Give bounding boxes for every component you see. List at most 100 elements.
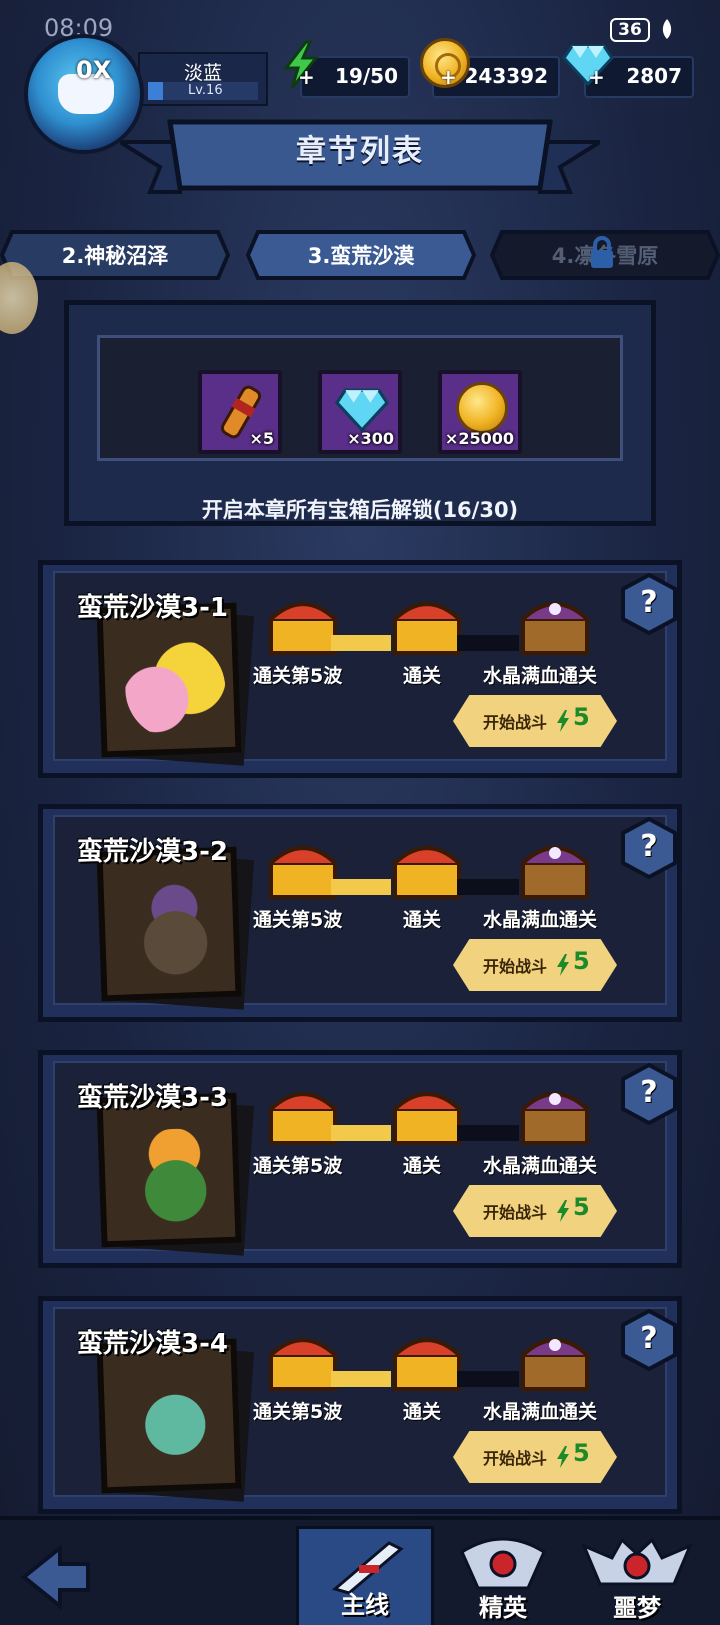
player-avatar[interactable]: 0X: [24, 34, 144, 154]
level-progress-bar: Lv.16: [148, 82, 258, 100]
condition-wave5: 通关第5波: [253, 909, 343, 931]
level-portrait[interactable]: [96, 1338, 242, 1494]
level-portrait[interactable]: [96, 846, 242, 1002]
condition-crystal-full: 水晶满血通关: [483, 1401, 598, 1423]
energy-bolt-icon: [557, 1446, 569, 1468]
gold-value: 243392: [464, 64, 549, 88]
start-battle-button[interactable]: 开始战斗 5: [453, 695, 617, 747]
nav-tab-elite[interactable]: 精英: [434, 1526, 572, 1625]
tab-chapter-4[interactable]: 4.凛冬雪原: [490, 228, 720, 282]
tab-chapter-2-label: 2.神秘沼泽: [61, 244, 169, 268]
tab-chapter-2[interactable]: 2.神秘沼泽: [0, 228, 230, 282]
condition-wave5: 通关第5波: [253, 1155, 343, 1177]
pink-slug-monster-icon: [123, 637, 228, 741]
help-icon: ?: [640, 829, 658, 864]
help-icon: ?: [640, 1075, 658, 1110]
level-portrait[interactable]: [96, 1092, 242, 1248]
crystal-chest-icon[interactable]: [517, 1325, 593, 1395]
add-energy-icon[interactable]: +: [298, 67, 316, 87]
energy-cost: 5: [573, 947, 590, 975]
add-gem-icon[interactable]: +: [588, 67, 606, 87]
energy-bolt-icon: [557, 954, 569, 976]
cactus-eye-monster-icon: [123, 1127, 228, 1231]
chest-icon[interactable]: [389, 833, 465, 903]
gold-coin-icon: [456, 382, 508, 434]
haunted-tree-monster-icon: [123, 881, 228, 985]
nightmare-bat-icon: [582, 1537, 692, 1586]
chest-icon[interactable]: [389, 1079, 465, 1149]
start-battle-button[interactable]: 开始战斗 5: [453, 1431, 617, 1483]
nav-tab-main[interactable]: 主线: [296, 1526, 434, 1625]
start-battle-button[interactable]: 开始战斗 5: [453, 1185, 617, 1237]
level-card-3-4: 蛮荒沙漠3-4 通关第5波 通关 水晶满血通关 开始战斗 5 ?: [38, 1296, 682, 1514]
start-battle-label: 开始战斗: [483, 1203, 548, 1222]
level-title: 蛮荒沙漠3-4: [77, 1329, 228, 1359]
gem-value: 2807: [626, 64, 682, 88]
battery-indicator: 36: [610, 18, 650, 42]
condition-crystal-full: 水晶满血通关: [483, 1155, 598, 1177]
energy-cost: 5: [573, 703, 590, 731]
bottom-nav: 主线 精英 噩梦: [0, 1516, 720, 1625]
energy-bolt-icon: [557, 710, 569, 732]
player-name-plate[interactable]: 淡蓝 Lv.16: [138, 52, 268, 106]
player-level: Lv.16: [188, 83, 223, 98]
chest-icon[interactable]: [265, 1325, 341, 1395]
back-arrow-icon[interactable]: [16, 1542, 96, 1612]
crystal-chest-icon[interactable]: [517, 589, 593, 659]
reward-slot-gold[interactable]: ×25000: [438, 370, 522, 454]
chest-icon[interactable]: [265, 1079, 341, 1149]
reward-qty: ×300: [347, 429, 394, 448]
reward-slot-scroll[interactable]: ×5: [198, 370, 282, 454]
lock-icon: [591, 236, 613, 268]
condition-crystal-full: 水晶满血通关: [483, 909, 598, 931]
tab-chapter-3[interactable]: 3.蛮荒沙漠: [246, 228, 476, 282]
help-button[interactable]: ?: [621, 1309, 677, 1371]
reward-qty: ×25000: [444, 429, 514, 448]
crystal-chest-icon[interactable]: [517, 833, 593, 903]
start-battle-label: 开始战斗: [483, 1449, 548, 1468]
help-button[interactable]: ?: [621, 1063, 677, 1125]
chest-icon[interactable]: [389, 1325, 465, 1395]
energy-cost: 5: [573, 1193, 590, 1221]
level-card-3-3: 蛮荒沙漠3-3 通关第5波 通关 水晶满血通关 开始战斗 5 ?: [38, 1050, 682, 1268]
reward-slot-diamond[interactable]: ×300: [318, 370, 402, 454]
condition-crystal-full: 水晶满血通关: [483, 665, 598, 687]
reward-qty: ×5: [249, 429, 274, 448]
help-icon: ?: [640, 585, 658, 620]
help-button[interactable]: ?: [621, 573, 677, 635]
start-battle-label: 开始战斗: [483, 713, 548, 732]
nav-main-label: 主线: [341, 1591, 389, 1619]
chest-icon[interactable]: [389, 589, 465, 659]
condition-wave5: 通关第5波: [253, 1401, 343, 1423]
sandworm-monster-icon: [123, 1373, 228, 1477]
crystal-chest-icon[interactable]: [517, 1079, 593, 1149]
speed-badge[interactable]: 0X: [76, 56, 111, 84]
nav-tab-nightmare[interactable]: 噩梦: [568, 1526, 706, 1625]
level-portrait[interactable]: [96, 602, 242, 758]
condition-wave5: 通关第5波: [253, 665, 343, 687]
chest-icon[interactable]: [265, 589, 341, 659]
add-gold-icon[interactable]: +: [440, 67, 458, 87]
condition-clear: 通关: [403, 1401, 442, 1423]
help-button[interactable]: ?: [621, 817, 677, 879]
start-battle-label: 开始战斗: [483, 957, 548, 976]
chapter-unlock-text: 开启本章所有宝箱后解锁(16/30): [201, 498, 519, 522]
condition-clear: 通关: [403, 1155, 442, 1177]
level-title: 蛮荒沙漠3-2: [77, 837, 228, 867]
tab-chapter-3-label: 3.蛮荒沙漠: [307, 244, 415, 268]
condition-clear: 通关: [403, 909, 442, 931]
diamond-icon: [334, 388, 390, 432]
help-icon: ?: [640, 1321, 658, 1356]
elite-eye-icon: [460, 1537, 546, 1590]
nav-elite-label: 精英: [479, 1594, 527, 1622]
level-title: 蛮荒沙漠3-1: [77, 593, 228, 623]
start-battle-button[interactable]: 开始战斗 5: [453, 939, 617, 991]
player-name: 淡蓝: [183, 62, 222, 84]
page-title: 章节列表: [296, 134, 424, 169]
energy-cost: 5: [573, 1439, 590, 1467]
energy-value: 19/50: [335, 64, 398, 88]
nav-nightmare-label: 噩梦: [613, 1594, 661, 1622]
chest-icon[interactable]: [265, 833, 341, 903]
level-title: 蛮荒沙漠3-3: [77, 1083, 228, 1113]
energy-bolt-icon: [557, 1200, 569, 1222]
